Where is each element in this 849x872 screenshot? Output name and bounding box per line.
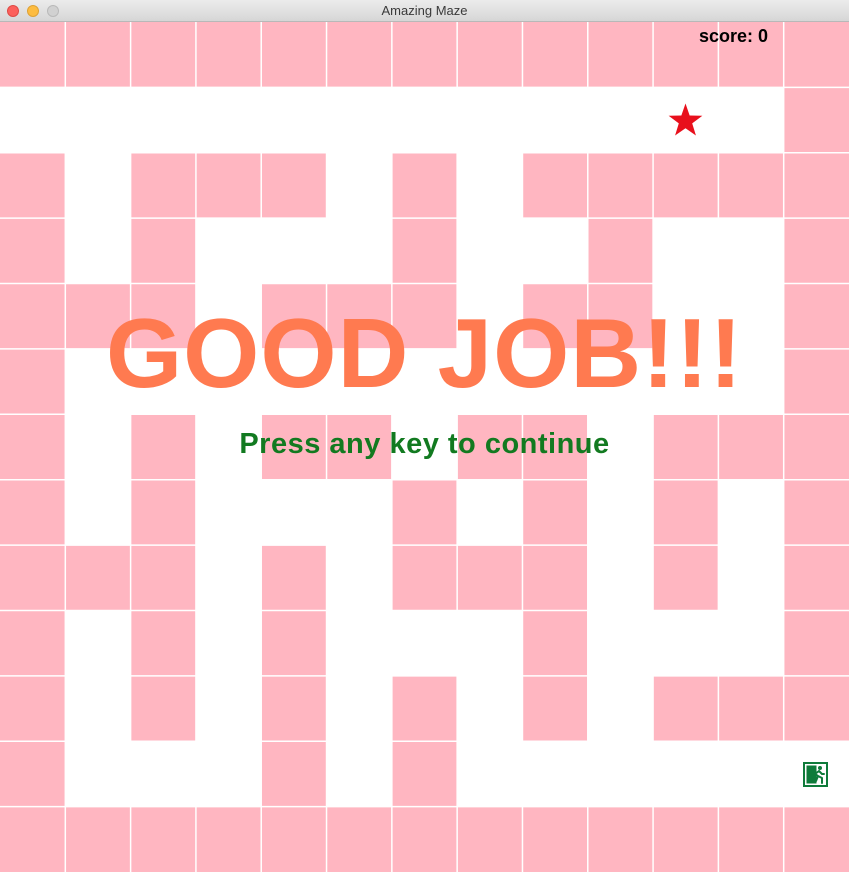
maze-wall-cell bbox=[391, 479, 458, 546]
maze-wall-cell bbox=[0, 675, 66, 742]
maze-wall-cell bbox=[522, 545, 588, 611]
maze-wall-cell bbox=[653, 479, 719, 546]
maze-wall-cell bbox=[261, 152, 327, 219]
maze-wall-cell bbox=[457, 22, 523, 88]
maze-wall-cell bbox=[391, 152, 458, 219]
maze-wall-cell bbox=[0, 152, 66, 219]
maze-wall-cell bbox=[130, 675, 196, 742]
maze-wall-cell bbox=[391, 806, 458, 872]
maze-wall-cell bbox=[0, 610, 66, 676]
maze-wall-cell bbox=[326, 806, 392, 872]
maze-wall-cell bbox=[457, 806, 523, 872]
maze-wall-cell bbox=[65, 22, 131, 88]
maze-wall-cell bbox=[326, 22, 392, 88]
maze-wall-cell bbox=[653, 545, 719, 611]
maze-wall-cell bbox=[130, 479, 196, 546]
maze-wall-cell bbox=[0, 218, 66, 284]
maze-wall-cell bbox=[195, 22, 262, 88]
maze-wall-cell bbox=[522, 22, 588, 88]
good-job-message: GOOD JOB!!! bbox=[105, 298, 744, 408]
maze-wall-cell bbox=[783, 610, 849, 676]
maze-wall-cell bbox=[783, 806, 849, 872]
game-canvas[interactable]: score: 0 GOOD JOB!!! Press any key to co… bbox=[0, 22, 849, 872]
maze-wall-cell bbox=[0, 545, 66, 611]
maze-wall-cell bbox=[130, 218, 196, 284]
maze-wall-cell bbox=[391, 218, 458, 284]
maze-wall-cell bbox=[522, 479, 588, 546]
maze-wall-cell bbox=[587, 22, 654, 88]
maze-wall-cell bbox=[522, 152, 588, 219]
maze-wall-cell bbox=[522, 806, 588, 872]
maze-wall-cell bbox=[783, 87, 849, 153]
maze-wall-cell bbox=[130, 806, 196, 872]
maze-wall-cell bbox=[783, 675, 849, 742]
maze-wall-cell bbox=[783, 152, 849, 219]
maze-wall-cell bbox=[653, 806, 719, 872]
maze-wall-cell bbox=[391, 22, 458, 88]
continue-prompt: Press any key to continue bbox=[239, 428, 610, 460]
window-title: Amazing Maze bbox=[381, 3, 468, 18]
maze-wall-cell bbox=[391, 741, 458, 807]
window-titlebar: Amazing Maze bbox=[0, 0, 849, 22]
maze-wall-cell bbox=[653, 152, 719, 219]
maze-wall-cell bbox=[65, 806, 131, 872]
maze-wall-cell bbox=[0, 741, 66, 807]
maze-wall-cell bbox=[130, 152, 196, 219]
maze-wall-cell bbox=[0, 479, 66, 546]
maze-wall-cell bbox=[130, 22, 196, 88]
maze-wall-cell bbox=[522, 675, 588, 742]
maze-wall-cell bbox=[261, 675, 327, 742]
maze-wall-cell bbox=[718, 152, 784, 219]
maze-wall-cell bbox=[0, 22, 66, 88]
maze-wall-cell bbox=[195, 152, 262, 219]
maze-wall-cell bbox=[783, 545, 849, 611]
maze-wall-cell bbox=[65, 545, 131, 611]
maze-wall-cell bbox=[261, 545, 327, 611]
maze-wall-cell bbox=[0, 806, 66, 872]
maze-wall-cell bbox=[457, 545, 523, 611]
maze-wall-cell bbox=[587, 218, 654, 284]
maze-wall-cell bbox=[261, 806, 327, 872]
maze-wall-cell bbox=[391, 675, 458, 742]
maze-wall-cell bbox=[718, 806, 784, 872]
maze-wall-cell bbox=[718, 675, 784, 742]
maze-wall-cell bbox=[130, 610, 196, 676]
maze-wall-cell bbox=[391, 545, 458, 611]
maze-wall-cell bbox=[261, 741, 327, 807]
maze-wall-cell bbox=[653, 675, 719, 742]
maze-wall-cell bbox=[522, 610, 588, 676]
maze-wall-cell bbox=[783, 218, 849, 284]
score-display: score: 0 bbox=[698, 26, 768, 46]
maze-wall-cell bbox=[783, 479, 849, 546]
maze-wall-cell bbox=[261, 22, 327, 88]
emergency-exit-icon bbox=[803, 762, 828, 787]
maze-wall-cell bbox=[587, 152, 654, 219]
player-star-icon bbox=[668, 103, 703, 136]
maze-wall-cell bbox=[261, 610, 327, 676]
maze-wall-cell bbox=[587, 806, 654, 872]
maze-wall-cell bbox=[195, 806, 262, 872]
maze-wall-cell bbox=[783, 22, 849, 88]
maze-wall-cell bbox=[130, 545, 196, 611]
